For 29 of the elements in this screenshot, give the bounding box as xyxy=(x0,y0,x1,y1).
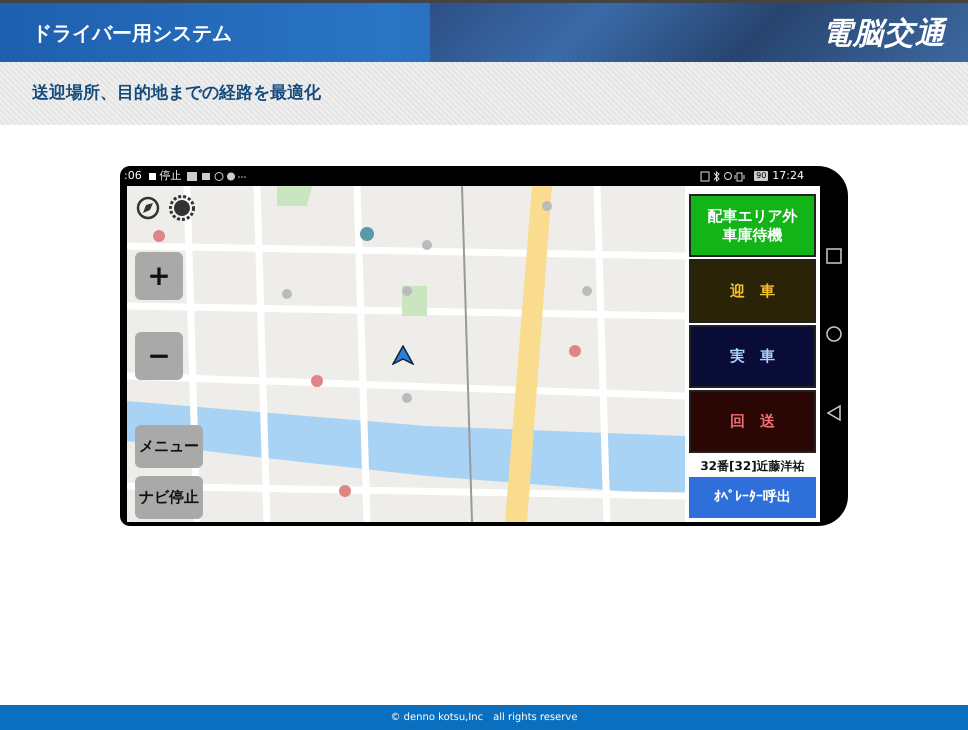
section-heading: 送迎場所、目的地までの経路を最適化 xyxy=(31,82,321,105)
status-text: 停止 xyxy=(160,168,182,184)
company-logo: 電脳交通 xyxy=(822,15,946,53)
operator-call-button[interactable]: ｵﾍﾟﾚｰﾀｰ呼出 xyxy=(689,477,816,518)
status-time: :06 xyxy=(124,168,142,184)
brightness-icon[interactable] xyxy=(169,195,195,221)
battery-level: 90 xyxy=(754,171,768,181)
stop-icon xyxy=(148,172,156,180)
zoom-in-button[interactable]: + xyxy=(135,252,183,300)
map-menu-button[interactable]: メニュー xyxy=(135,425,203,468)
zoom-out-button[interactable]: − xyxy=(135,332,183,380)
map-menu-button[interactable]: ナビ停止 xyxy=(135,476,203,519)
compass-icon[interactable] xyxy=(136,196,160,220)
recent-apps-icon[interactable] xyxy=(825,246,843,264)
bluetooth-icon xyxy=(714,170,720,182)
clock: 17:24 xyxy=(772,168,804,184)
navigation-arrow-icon xyxy=(392,345,414,365)
location-icon xyxy=(724,172,732,180)
status-button[interactable]: 実 車 xyxy=(689,324,816,388)
page-title: ドライバー用システム xyxy=(31,20,232,46)
vibrate-icon xyxy=(734,172,745,181)
nfc-icon xyxy=(700,171,710,181)
home-icon[interactable] xyxy=(825,325,843,343)
copyright-text: © denno kotsu,Inc all rights reserve xyxy=(390,711,578,725)
status-button[interactable]: 回 送 xyxy=(689,390,816,454)
app-icon xyxy=(186,172,197,180)
status-button[interactable]: 迎 車 xyxy=(689,259,816,323)
back-icon[interactable] xyxy=(825,404,843,422)
driver-name: 32番[32]近藤洋祐 xyxy=(699,458,806,476)
